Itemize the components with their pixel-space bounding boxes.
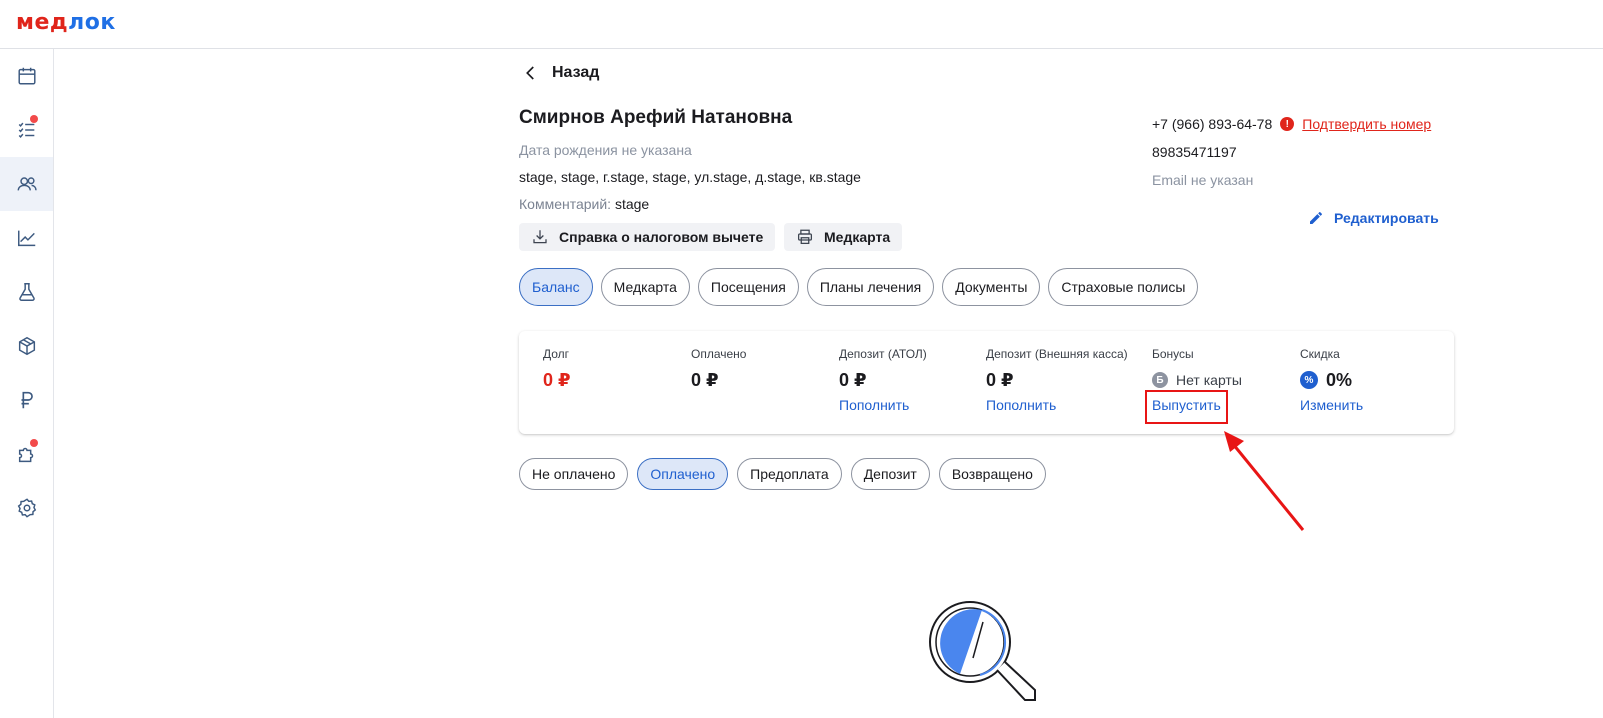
- secondary-phone: 89835471197: [1152, 144, 1237, 160]
- edit-label: Редактировать: [1334, 210, 1439, 226]
- chart-icon: [17, 230, 35, 247]
- filter-unpaid[interactable]: Не оплачено: [519, 458, 629, 490]
- paid-label: Оплачено: [691, 347, 747, 361]
- ruble-icon: [21, 391, 33, 409]
- percent-icon: %: [1300, 371, 1318, 389]
- deposit-ext-label: Депозит (Внешняя касса): [986, 347, 1128, 361]
- paid-column: Оплачено 0 ₽: [691, 347, 746, 391]
- tax-deduction-button[interactable]: Справка о налоговом вычете: [519, 223, 776, 251]
- magnifier-illustration-icon: [929, 601, 1036, 701]
- deposit-ext-topup-link[interactable]: Пополнить: [986, 397, 1128, 413]
- print-medcard-label: Медкарта: [824, 229, 891, 245]
- warning-icon: !: [1280, 117, 1295, 131]
- deposit-atol-value: 0 ₽: [839, 369, 867, 390]
- deposit-ext-value: 0 ₽: [986, 369, 1014, 390]
- calendar-icon: [17, 67, 36, 85]
- tab-medcard[interactable]: Медкарта: [600, 268, 690, 306]
- users-icon: [17, 177, 37, 191]
- patient-comment: Комментарий: stage: [519, 196, 649, 212]
- phone-row: +7 (966) 893-64-78 ! Подтвердить номер: [1152, 116, 1431, 132]
- debt-value: 0 ₽: [543, 369, 571, 390]
- download-icon: [533, 230, 547, 244]
- pencil-icon: [1310, 212, 1322, 224]
- back-button[interactable]: Назад: [522, 64, 599, 82]
- balance-card: Долг 0 ₽ Оплачено 0 ₽ Депозит (АТОЛ) 0 ₽…: [519, 331, 1454, 434]
- tab-documents[interactable]: Документы: [942, 268, 1041, 306]
- sidebar-item-patients[interactable]: [0, 157, 53, 211]
- print-medcard-button[interactable]: Медкарта: [784, 223, 903, 251]
- bonuses-value-row: Б Нет карты: [1152, 369, 1242, 391]
- filter-prepayment[interactable]: Предоплата: [737, 458, 842, 490]
- confirm-phone-link[interactable]: Подтвердить номер: [1302, 116, 1431, 132]
- phone-number: +7 (966) 893-64-78: [1152, 116, 1273, 132]
- patient-address: stage, stage, г.stage, stage, ул.stage, …: [519, 169, 861, 185]
- back-label: Назад: [552, 64, 600, 81]
- notification-badge: [30, 439, 38, 447]
- sidebar-item-integrations[interactable]: [0, 427, 53, 481]
- gear-icon: [17, 498, 36, 518]
- tab-insurance[interactable]: Страховые полисы: [1048, 268, 1199, 306]
- filter-returned[interactable]: Возвращено: [938, 458, 1046, 490]
- change-discount-link[interactable]: Изменить: [1300, 397, 1363, 413]
- bonuses-label: Бонусы: [1152, 347, 1194, 361]
- deposit-atol-label: Депозит (АТОЛ): [839, 347, 927, 361]
- filter-paid[interactable]: Оплачено: [637, 458, 729, 490]
- discount-column: Скидка % 0% Изменить: [1300, 347, 1363, 413]
- sidebar-item-lab[interactable]: [0, 265, 53, 319]
- sidebar-item-calendar[interactable]: [0, 49, 53, 103]
- deposit-atol-column: Депозит (АТОЛ) 0 ₽ Пополнить: [839, 347, 927, 413]
- patient-name: Смирнов Арефий Натановна: [519, 107, 793, 128]
- deposit-ext-column: Депозит (Внешняя касса) 0 ₽ Пополнить: [986, 347, 1128, 413]
- paid-value: 0 ₽: [691, 369, 719, 390]
- tax-deduction-label: Справка о налоговом вычете: [559, 229, 764, 245]
- payment-filters: Не оплачено Оплачено Предоплата Депозит …: [519, 458, 1046, 490]
- discount-value: 0%: [1326, 369, 1353, 390]
- sidebar-item-tasks[interactable]: [0, 103, 53, 157]
- sidebar-item-finance[interactable]: [0, 373, 53, 427]
- printer-icon: [797, 229, 813, 245]
- comment-value: stage: [614, 196, 650, 212]
- logo-text-part2: лок: [68, 10, 116, 35]
- tab-visits[interactable]: Посещения: [697, 268, 799, 306]
- discount-value-row: % 0%: [1300, 369, 1363, 391]
- annotation-highlight-box: [1145, 390, 1228, 424]
- discount-label: Скидка: [1300, 347, 1340, 361]
- patient-birth-date: Дата рождения не указана: [519, 142, 692, 158]
- debt-column: Долг 0 ₽: [543, 347, 571, 391]
- tab-balance[interactable]: Баланс: [519, 268, 593, 306]
- patient-tabs: Баланс Медкарта Посещения Планы лечения …: [519, 268, 1199, 306]
- box-icon: [18, 336, 35, 356]
- chevron-left-icon: [526, 66, 534, 80]
- sidebar-item-analytics[interactable]: [0, 211, 53, 265]
- edit-button[interactable]: Редактировать: [1308, 210, 1439, 226]
- filter-deposit[interactable]: Депозит: [850, 458, 930, 490]
- comment-label: Комментарий:: [519, 196, 612, 212]
- sidebar: [0, 49, 54, 718]
- top-bar: медлок: [0, 0, 1603, 49]
- sidebar-item-settings[interactable]: [0, 481, 53, 535]
- notification-badge: [30, 115, 38, 123]
- bonuses-value: Нет карты: [1176, 372, 1242, 388]
- logo-text-part1: мед: [16, 10, 69, 35]
- sidebar-item-warehouse[interactable]: [0, 319, 53, 373]
- email-value: Email не указан: [1152, 172, 1254, 188]
- debt-label: Долг: [543, 347, 570, 361]
- deposit-atol-topup-link[interactable]: Пополнить: [839, 397, 927, 413]
- brand-logo[interactable]: медлок: [16, 10, 116, 35]
- bonus-card-icon: Б: [1152, 372, 1168, 388]
- tab-treatment-plans[interactable]: Планы лечения: [806, 268, 935, 306]
- flask-icon: [18, 283, 35, 301]
